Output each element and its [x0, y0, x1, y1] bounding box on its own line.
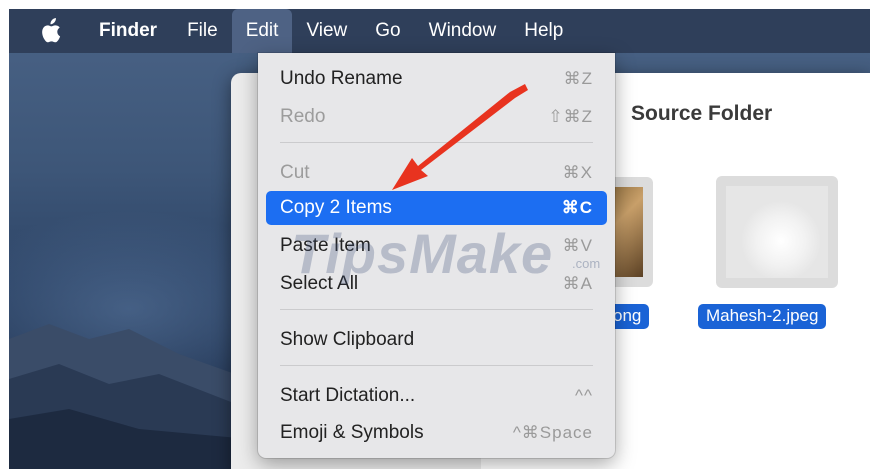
watermark-suffix: .com	[572, 256, 601, 271]
menu-item-show-clipboard[interactable]: Show Clipboard	[266, 323, 607, 357]
menu-item-label: Undo Rename	[280, 68, 403, 89]
shortcut-label: ^⌘Space	[512, 423, 593, 442]
menu-item-undo-rename[interactable]: Undo Rename ⌘Z	[266, 62, 607, 96]
menu-file[interactable]: File	[173, 9, 232, 53]
menu-item-label: Show Clipboard	[280, 329, 415, 350]
shortcut-label: ^^	[575, 386, 593, 405]
photo-thumbnail	[726, 186, 828, 278]
file-name-label[interactable]: Mahesh-2.jpeg	[698, 304, 827, 329]
folder-title: Source Folder	[631, 102, 773, 125]
shortcut-label: ⌘A	[562, 274, 593, 293]
menu-go[interactable]: Go	[361, 9, 414, 53]
file-thumbnail[interactable]	[716, 176, 838, 288]
menu-item-label: Start Dictation...	[280, 385, 416, 406]
menu-item-label: Emoji & Symbols	[280, 422, 424, 443]
apple-menu[interactable]	[39, 18, 79, 44]
shortcut-label: ⌘Z	[563, 69, 593, 88]
screen: Finder File Edit View Go Window Help Sou…	[9, 9, 870, 469]
menu-separator	[280, 365, 593, 366]
menu-window[interactable]: Window	[415, 9, 511, 53]
watermark: TipsMake	[291, 222, 554, 285]
menu-finder[interactable]: Finder	[79, 9, 173, 53]
menu-bar: Finder File Edit View Go Window Help	[9, 9, 870, 53]
shortcut-label: ⌘V	[562, 236, 593, 255]
menu-item-copy[interactable]: Copy 2 Items ⌘C	[266, 191, 607, 225]
menu-item-label: Cut	[280, 162, 310, 183]
menu-separator	[280, 142, 593, 143]
menu-item-label: Redo	[280, 106, 326, 127]
apple-logo-icon	[42, 18, 61, 43]
menu-item-label: Copy 2 Items	[280, 197, 392, 218]
menu-separator	[280, 309, 593, 310]
menu-item-emoji-symbols[interactable]: Emoji & Symbols ^⌘Space	[266, 416, 607, 450]
menu-view[interactable]: View	[292, 9, 361, 53]
shortcut-label: ⌘C	[561, 198, 593, 217]
menu-help[interactable]: Help	[510, 9, 577, 53]
menu-item-redo: Redo ⇧⌘Z	[266, 100, 607, 134]
menu-item-cut: Cut ⌘X	[266, 156, 607, 190]
menu-item-start-dictation[interactable]: Start Dictation... ^^	[266, 379, 607, 413]
shortcut-label: ⌘X	[562, 163, 593, 182]
mountain-wallpaper-image	[9, 324, 249, 469]
menu-edit[interactable]: Edit	[231, 9, 293, 53]
shortcut-label: ⇧⌘Z	[548, 107, 593, 126]
